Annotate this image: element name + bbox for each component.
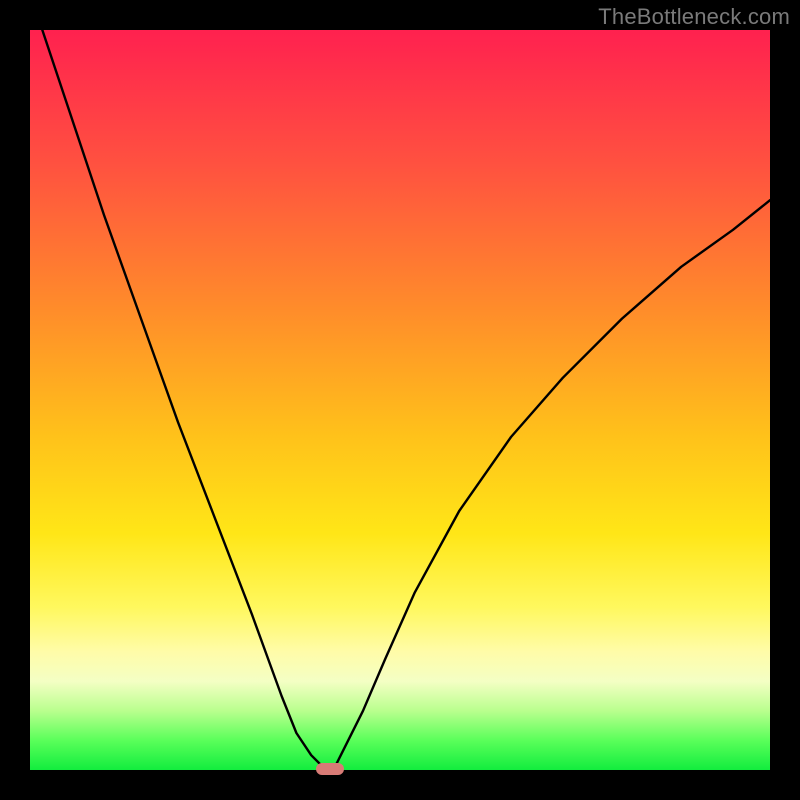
curve-path [30, 30, 770, 770]
bottleneck-curve [30, 30, 770, 770]
optimum-marker [316, 763, 344, 775]
watermark-text: TheBottleneck.com [598, 4, 790, 30]
plot-area [30, 30, 770, 770]
chart-frame: TheBottleneck.com [0, 0, 800, 800]
